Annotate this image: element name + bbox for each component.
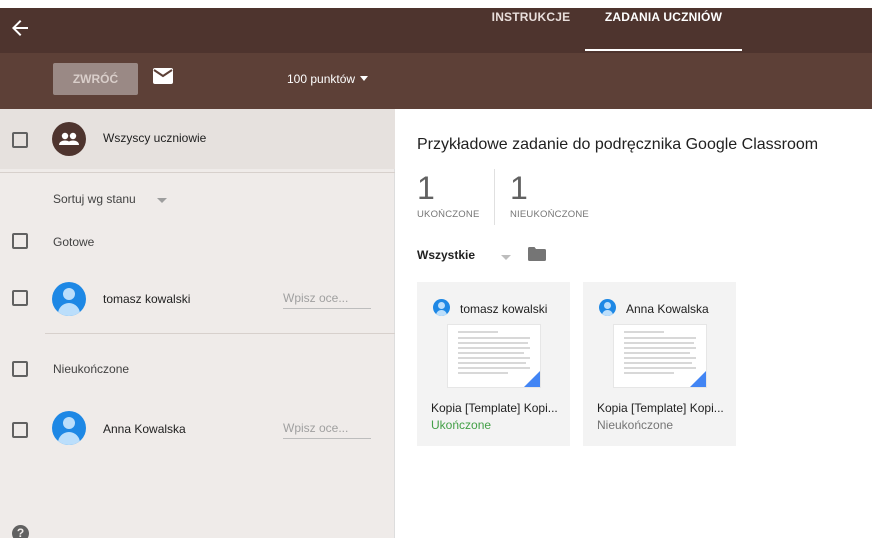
sort-dropdown[interactable]: Sortuj wg stanu xyxy=(53,192,136,206)
stat-incomplete-count: 1 xyxy=(510,170,528,206)
arrow-back-icon[interactable] xyxy=(8,16,32,40)
google-docs-corner-icon xyxy=(690,371,706,387)
envelope-icon[interactable] xyxy=(153,68,173,84)
chevron-down-icon xyxy=(360,76,369,81)
assignment-title: Przykładowe zadanie do podręcznika Googl… xyxy=(417,136,819,153)
group-checkbox-done[interactable] xyxy=(12,233,28,249)
submission-card-anna[interactable]: Anna Kowalska Kopia [Template] Kopi... N… xyxy=(583,282,736,446)
group-checkbox-incomplete[interactable] xyxy=(12,361,28,377)
filter-dropdown[interactable]: Wszystkie xyxy=(417,248,475,262)
divider xyxy=(494,169,495,225)
tab-student-work[interactable]: ZADANIA UCZNIÓW xyxy=(585,10,742,45)
card-student-name: Anna Kowalska xyxy=(626,302,709,316)
document-thumbnail[interactable] xyxy=(613,324,707,388)
card-file-name[interactable]: Kopia [Template] Kopi... xyxy=(597,401,724,415)
card-file-name[interactable]: Kopia [Template] Kopi... xyxy=(431,401,558,415)
group-icon xyxy=(52,122,86,156)
tab-instructions[interactable]: INSTRUKCJE xyxy=(485,10,577,45)
google-docs-corner-icon xyxy=(524,371,540,387)
card-student-name: tomasz kowalski xyxy=(460,302,548,316)
all-students-label: Wszyscy uczniowie xyxy=(103,131,207,145)
stat-incomplete-label: NIEUKOŃCZONE xyxy=(510,209,589,220)
return-button[interactable]: ZWRÓĆ xyxy=(53,63,138,95)
avatar xyxy=(52,282,86,316)
student-checkbox-anna[interactable] xyxy=(12,422,28,438)
grade-input-tomasz[interactable] xyxy=(283,287,371,309)
active-tab-indicator xyxy=(585,49,742,51)
student-list-panel: Wszyscy uczniowie Sortuj wg stanu Gotowe… xyxy=(0,109,395,538)
student-checkbox-tomasz[interactable] xyxy=(12,290,28,306)
all-students-row[interactable]: Wszyscy uczniowie xyxy=(0,109,395,169)
student-name-anna[interactable]: Anna Kowalska xyxy=(103,422,186,436)
divider xyxy=(0,172,395,173)
folder-icon[interactable] xyxy=(528,247,546,261)
card-status: Ukończone xyxy=(431,418,492,432)
student-name-tomasz[interactable]: tomasz kowalski xyxy=(103,292,190,306)
group-label-incomplete: Nieukończone xyxy=(53,362,130,376)
stat-done-count: 1 xyxy=(417,170,435,206)
grade-input-anna[interactable] xyxy=(283,417,371,439)
points-dropdown[interactable]: 100 punktów xyxy=(287,72,369,86)
card-status: Nieukończone xyxy=(597,418,674,432)
stat-done-label: UKOŃCZONE xyxy=(417,209,480,220)
submission-card-tomasz[interactable]: tomasz kowalski Kopia [Template] Kopi...… xyxy=(417,282,570,446)
chevron-down-icon[interactable] xyxy=(157,198,167,203)
points-label: 100 punktów xyxy=(287,72,356,86)
help-icon[interactable]: ? xyxy=(12,525,29,538)
toolbar: ZWRÓĆ 100 punktów xyxy=(0,53,872,109)
chevron-down-icon[interactable] xyxy=(501,255,511,260)
group-label-done: Gotowe xyxy=(53,235,95,249)
avatar xyxy=(52,411,86,445)
select-all-checkbox[interactable] xyxy=(12,132,28,148)
avatar xyxy=(599,299,616,316)
avatar xyxy=(433,299,450,316)
divider xyxy=(45,333,395,334)
document-thumbnail[interactable] xyxy=(447,324,541,388)
